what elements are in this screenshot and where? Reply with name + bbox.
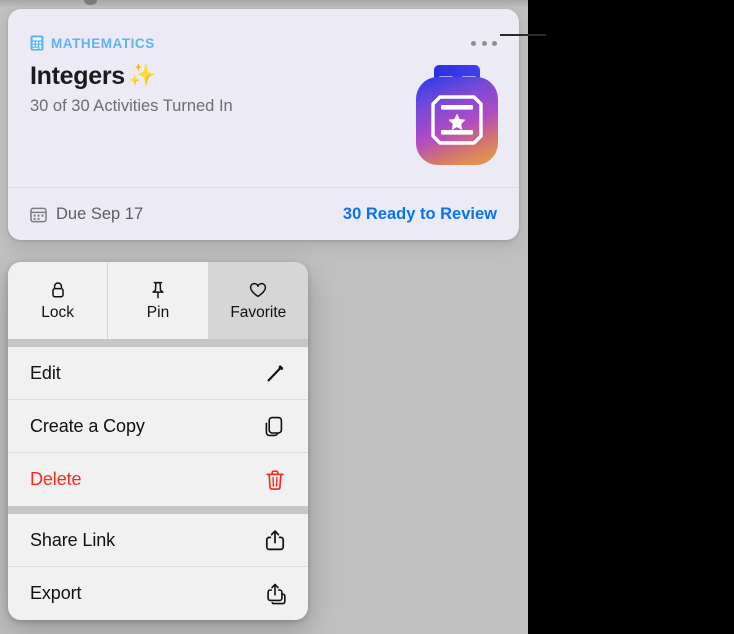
menu-item-share-link[interactable]: Share Link — [8, 514, 308, 567]
menu-item-create-a-copy-label: Create a Copy — [30, 415, 145, 436]
ellipsis-icon[interactable] — [471, 37, 497, 49]
menu-group-separator — [8, 339, 308, 347]
menu-item-export-label: Export — [30, 583, 82, 603]
segment-lock[interactable]: Lock — [8, 262, 109, 339]
clipped-navigation-bar — [0, 0, 528, 6]
heart-icon — [248, 280, 268, 300]
segment-favorite[interactable]: Favorite — [208, 262, 308, 339]
calculator-icon — [30, 35, 44, 51]
menu-item-export[interactable]: Export — [8, 567, 308, 620]
segment-pin[interactable]: Pin — [108, 262, 209, 339]
subject-label: MATHEMATICS — [51, 35, 155, 51]
menu-group-separator-2 — [8, 506, 308, 514]
activities-turned-in-status: 30 of 30 Activities Turned In — [30, 97, 233, 115]
pencil-icon — [264, 361, 286, 385]
menu-item-delete[interactable]: Delete — [8, 453, 308, 506]
screen: MATHEMATICS Integers ✨ 30 of 30 Activiti… — [0, 0, 734, 634]
quick-actions-segmented-control: Lock Pin Favorite — [8, 262, 308, 339]
sparkles-icon: ✨ — [128, 61, 157, 87]
menu-item-delete-label: Delete — [30, 469, 82, 489]
assignment-card[interactable]: MATHEMATICS Integers ✨ 30 of 30 Activiti… — [8, 9, 519, 240]
assignment-title: Integers — [30, 62, 125, 90]
trash-icon — [264, 468, 286, 492]
menu-item-edit[interactable]: Edit — [8, 347, 308, 400]
menu-group-primary: Edit Create a Copy Delete — [8, 347, 308, 506]
duplicate-icon — [264, 414, 286, 438]
assignment-title-row: Integers ✨ — [30, 62, 156, 91]
calendar-icon — [30, 206, 47, 223]
menu-item-edit-label: Edit — [30, 362, 61, 383]
assignment-card-footer: Due Sep 17 30 Ready to Review — [8, 187, 519, 240]
segment-lock-label: Lock — [41, 304, 75, 322]
assignment-card-body: MATHEMATICS Integers ✨ 30 of 30 Activiti… — [8, 9, 519, 187]
pin-icon — [148, 280, 168, 300]
lock-icon — [48, 280, 68, 300]
menu-item-share-link-label: Share Link — [30, 529, 116, 550]
share-icon — [264, 528, 286, 552]
subject-row: MATHEMATICS — [30, 35, 155, 51]
due-date-group: Due Sep 17 — [30, 205, 143, 224]
menu-item-create-a-copy[interactable]: Create a Copy — [8, 400, 308, 453]
context-menu: Lock Pin Favorite Edit Create a Copy Del… — [8, 262, 308, 620]
due-date-text: Due Sep 17 — [56, 204, 144, 223]
segment-favorite-label: Favorite — [230, 304, 287, 322]
segment-pin-label: Pin — [146, 304, 170, 322]
menu-group-share: Share Link Export — [8, 514, 308, 620]
ready-to-review-link[interactable]: 30 Ready to Review — [343, 205, 497, 224]
annotation-leader-line — [500, 34, 546, 36]
export-icon — [264, 582, 286, 606]
